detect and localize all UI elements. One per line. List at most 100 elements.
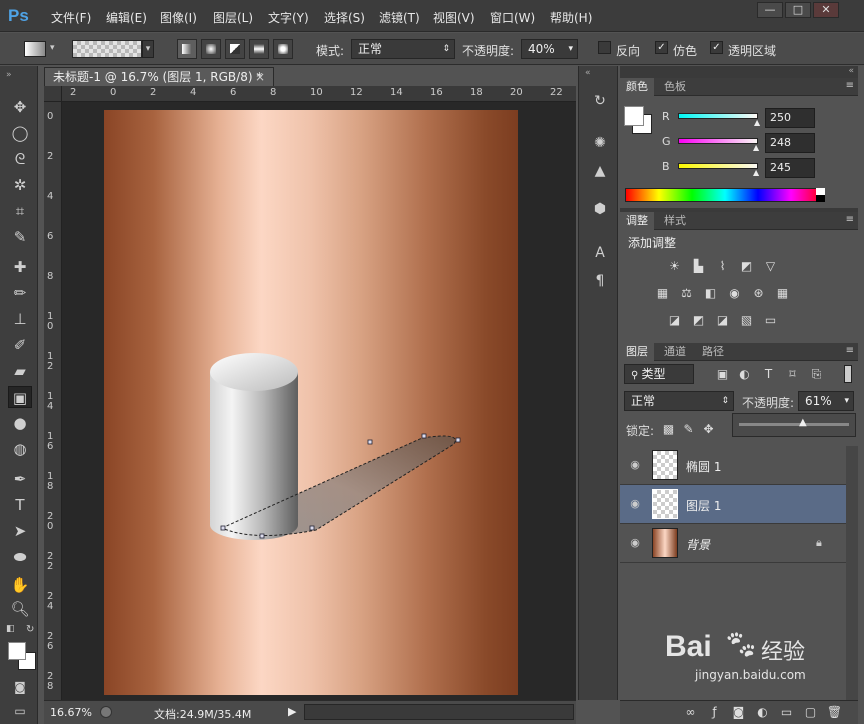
lock-position-icon[interactable]: ✥ [700,422,717,437]
filter-adjustment-icon[interactable]: ◐ [736,367,753,382]
menu-file[interactable]: 文件(F) [51,9,91,26]
visibility-eye-icon[interactable]: ◉ [628,497,642,511]
gradient-preview[interactable] [72,40,142,58]
filter-shape-icon[interactable]: ⌑ [784,367,801,382]
menu-window[interactable]: 窗口(W) [490,9,535,26]
marquee-tool-icon[interactable]: ◯ [8,122,32,144]
add-mask-icon[interactable]: ◙ [730,705,747,720]
document-tab[interactable]: 未标题-1 @ 16.7% (图层 1, RGB/8) * × [44,67,274,87]
new-adjustment-icon[interactable]: ◐ [754,705,771,720]
opacity-input[interactable]: 40% ▾ [521,39,578,59]
foreground-swatch[interactable] [624,106,644,126]
lasso-tool-icon[interactable]: ᘓ [8,148,32,170]
menu-type[interactable]: 文字(Y) [268,9,309,26]
zoom-level[interactable]: 16.67% [50,706,92,719]
close-tab-icon[interactable]: × [255,68,265,87]
panel-menu-icon[interactable]: ≡ [846,345,854,356]
mode-select[interactable]: 正常 ⇕ [351,39,455,59]
menu-select[interactable]: 选择(S) [324,9,365,26]
filter-type-icon[interactable]: T [760,367,777,382]
reverse-checkbox[interactable] [598,41,611,54]
layer-row-selected[interactable]: ◉ 图层 1 [620,485,846,524]
pen-tool-icon[interactable]: ✒ [8,468,32,490]
photo-filter-icon[interactable]: ◉ [726,286,743,301]
selective-color-icon[interactable]: ▧ [738,313,755,328]
status-menu-arrow-icon[interactable]: ▶ [288,705,296,718]
collapse-icon[interactable]: » [6,70,12,80]
tab-paths[interactable]: 路径 [696,343,730,361]
brush-panel-icon[interactable]: ✺ [589,132,611,154]
curves-icon[interactable]: ⌇ [714,259,731,274]
history-panel-icon[interactable]: ↻ [589,90,611,112]
move-tool-icon[interactable]: ✥ [8,96,32,118]
status-options-icon[interactable] [100,706,112,718]
blend-mode-select[interactable]: 正常 ⇕ [624,391,734,411]
invert-icon[interactable]: ◪ [666,313,683,328]
default-colors-icon[interactable]: ◧ [6,624,15,634]
gradient-picker-arrow-icon[interactable]: ▾ [142,40,154,58]
document-canvas[interactable] [104,110,518,695]
r-input[interactable]: 250 [765,108,815,128]
healing-brush-tool-icon[interactable]: ✚ [8,256,32,278]
gradient-tool-icon[interactable] [24,41,46,57]
angle-gradient-button[interactable] [225,39,245,59]
delete-layer-icon[interactable]: 🗑︎ [826,705,843,720]
panel-collapse-icon[interactable]: « [848,66,854,76]
color-balance-icon[interactable]: ⚖ [678,286,695,301]
layer-row[interactable]: ◉ 背景 🔒︎ [620,524,846,563]
horizontal-scrollbar[interactable] [304,704,574,720]
opacity-slider-handle-icon[interactable]: ▲ [799,417,807,428]
screen-mode-icon[interactable]: ▭ [8,700,32,722]
3d-panel-icon[interactable]: ⬢ [589,198,611,220]
tab-channels[interactable]: 通道 [658,343,692,361]
linear-gradient-button[interactable] [177,39,197,59]
diamond-gradient-button[interactable] [273,39,293,59]
filter-toggle[interactable] [844,365,852,383]
radial-gradient-button[interactable] [201,39,221,59]
character-panel-icon[interactable]: A [589,242,611,264]
layer-name[interactable]: 图层 1 [686,497,721,514]
b-slider-handle-icon[interactable]: ▲ [753,168,759,177]
layer-filter-select[interactable]: ⚲ 类型 [624,364,694,384]
type-tool-icon[interactable]: T [8,494,32,516]
minimize-button[interactable]: — [757,2,783,18]
dodge-tool-icon[interactable]: ◍ [8,438,32,460]
r-slider-handle-icon[interactable]: ▲ [754,118,760,127]
threshold-icon[interactable]: ◪ [714,313,731,328]
g-slider-handle-icon[interactable]: ▲ [753,143,759,152]
spectrum-black[interactable] [816,195,825,202]
lock-transparency-icon[interactable]: ▩ [660,422,677,437]
visibility-eye-icon[interactable]: ◉ [628,458,642,472]
g-input[interactable]: 248 [765,133,815,153]
menu-edit[interactable]: 编辑(E) [106,9,147,26]
maximize-button[interactable]: □ [785,2,811,18]
blur-tool-icon[interactable]: ● [8,412,32,434]
ruler-origin[interactable] [44,86,62,102]
filter-smart-object-icon[interactable]: ⎘ [808,367,825,382]
menu-filter[interactable]: 滤镜(T) [379,9,420,26]
expand-icon[interactable]: « [585,68,591,78]
layer-row[interactable]: ◉ 椭圆 1 [620,446,846,485]
eraser-tool-icon[interactable]: ▰ [8,360,32,382]
dither-checkbox[interactable]: ✓ [655,41,668,54]
menu-view[interactable]: 视图(V) [433,9,475,26]
levels-icon[interactable]: ▙ [690,259,707,274]
posterize-icon[interactable]: ◩ [690,313,707,328]
swap-colors-icon[interactable]: ↻ [26,624,34,635]
color-lookup-icon[interactable]: ▦ [774,286,791,301]
history-brush-tool-icon[interactable]: ✐ [8,334,32,356]
tab-color[interactable]: 颜色 [620,78,654,96]
shape-tool-icon[interactable]: ⬬ [8,546,32,568]
hue-saturation-icon[interactable]: ▦ [654,286,671,301]
quick-mask-icon[interactable]: ◙ [8,676,32,698]
exposure-icon[interactable]: ◩ [738,259,755,274]
zoom-tool-icon[interactable]: 🔍︎ [8,598,32,620]
crop-tool-icon[interactable]: ⌗ [8,200,32,222]
eyedropper-tool-icon[interactable]: ✎ [8,226,32,248]
reflected-gradient-button[interactable] [249,39,269,59]
brush-tool-icon[interactable]: ✏ [8,282,32,304]
color-spectrum[interactable] [625,188,825,202]
opacity-slider-popup[interactable]: ▲ [732,413,856,437]
transparency-checkbox[interactable]: ✓ [710,41,723,54]
magic-wand-tool-icon[interactable]: ✲ [8,174,32,196]
